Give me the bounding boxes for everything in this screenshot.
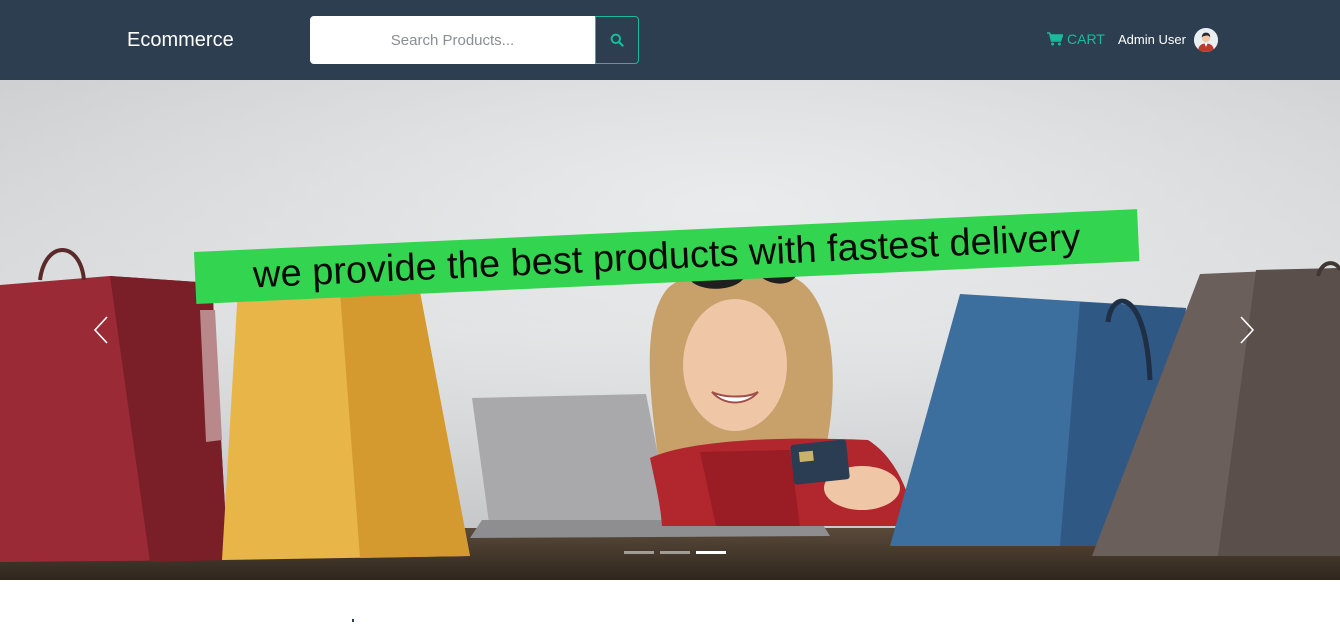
hero-slide-image [0,80,1340,580]
content-edge-mark [352,619,354,622]
carousel-prev-button[interactable] [86,310,116,350]
cart-label: CART [1067,31,1105,47]
search-form [310,16,639,64]
brand-logo[interactable]: Ecommerce [127,28,234,52]
carousel-indicator-3[interactable] [696,551,726,554]
search-icon [610,33,624,47]
search-input[interactable] [310,16,595,64]
chevron-right-icon [1240,316,1255,344]
shopping-cart-icon [1047,32,1063,46]
carousel-indicator-1[interactable] [624,551,654,554]
user-menu[interactable]: Admin User [1118,28,1218,52]
hero-carousel: we provide the best products with fastes… [0,80,1340,580]
user-name: Admin User [1118,32,1186,47]
carousel-next-button[interactable] [1232,310,1262,350]
user-avatar-icon [1193,28,1218,52]
navbar: Ecommerce CART Admin User [0,0,1340,80]
search-button[interactable] [595,16,639,64]
cart-link[interactable]: CART [1047,30,1105,48]
chevron-left-icon [93,316,108,344]
carousel-indicator-2[interactable] [660,551,690,554]
carousel-indicators [624,551,726,554]
